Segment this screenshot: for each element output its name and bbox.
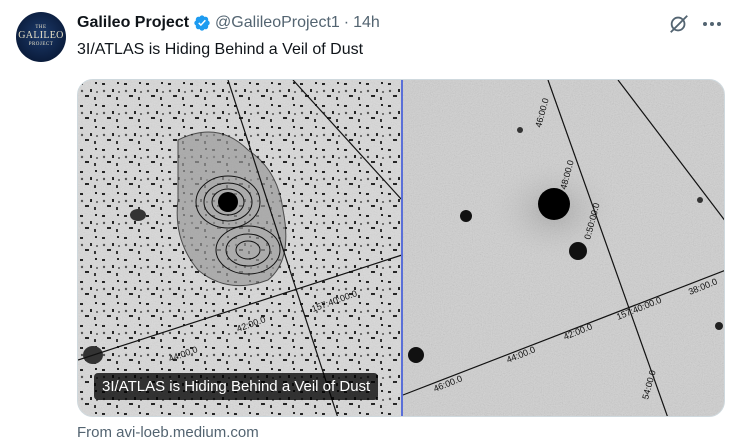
verified-badge-icon[interactable] (193, 14, 211, 32)
starfield-panel: 46:00.0 48:00.0 0:50:00.0 38:00.0 157:40… (402, 80, 724, 416)
author-name[interactable]: Galileo Project (77, 14, 189, 32)
grok-icon[interactable] (668, 13, 690, 35)
avatar-line-2: GALILEO (18, 30, 64, 41)
card-source-link[interactable]: From avi-loeb.medium.com (77, 424, 259, 441)
avatar[interactable]: THE GALILEO PROJECT (16, 12, 66, 62)
author-handle[interactable]: @GalileoProject1 (215, 14, 340, 32)
card-image: 157:40:00.0 42:00.0 44:00.0 46:00.0 48:0… (78, 80, 724, 416)
tweet-text: 3I/ATLAS is Hiding Behind a Veil of Dust (77, 41, 364, 58)
link-card[interactable]: 157:40:00.0 42:00.0 44:00.0 46:00.0 48:0… (77, 79, 725, 417)
card-caption: 3I/ATLAS is Hiding Behind a Veil of Dust (94, 373, 379, 400)
more-options-icon[interactable] (700, 13, 724, 35)
tweet-time[interactable]: 14h (353, 14, 380, 32)
avatar-line-3: PROJECT (28, 42, 54, 47)
contour-map-panel: 157:40:00.0 42:00.0 44:00.0 (78, 80, 403, 416)
tweet-header: Galileo Project @GalileoProject1 · 14h (77, 12, 380, 34)
separator-dot: · (343, 14, 350, 31)
